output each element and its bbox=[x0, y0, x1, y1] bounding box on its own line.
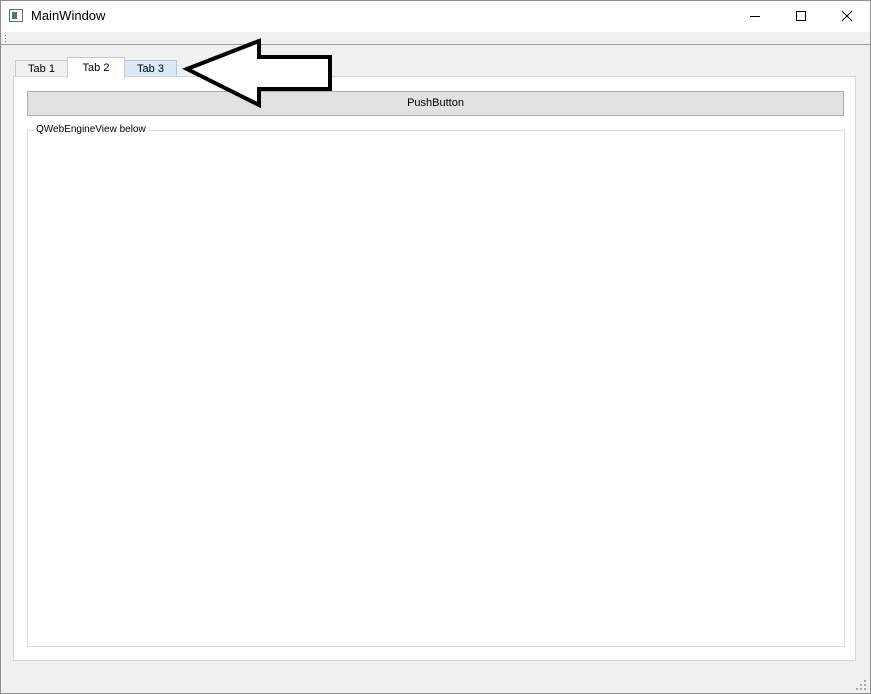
app-window-icon[interactable] bbox=[9, 9, 23, 22]
group-box-title: QWebEngineView below bbox=[34, 124, 148, 136]
tab-1[interactable]: Tab 1 bbox=[15, 60, 68, 77]
minimize-icon bbox=[750, 16, 760, 17]
web-engine-group-box: QWebEngineView below bbox=[27, 124, 845, 647]
minimize-button[interactable] bbox=[732, 1, 778, 32]
main-window: MainWindow Tab 1 Tab 2 Tab 3 PushButton … bbox=[0, 0, 871, 694]
close-icon bbox=[841, 10, 853, 22]
tab-3[interactable]: Tab 3 bbox=[124, 60, 177, 77]
size-grip-icon[interactable] bbox=[856, 680, 866, 690]
maximize-button[interactable] bbox=[778, 1, 824, 32]
tab-panel: PushButton QWebEngineView below bbox=[13, 76, 856, 661]
push-button[interactable]: PushButton bbox=[27, 91, 844, 116]
title-bar[interactable]: MainWindow bbox=[1, 1, 870, 32]
web-engine-view[interactable] bbox=[29, 139, 843, 645]
window-title: MainWindow bbox=[31, 8, 106, 23]
left-arrow-annotation-icon bbox=[182, 38, 332, 109]
close-button[interactable] bbox=[824, 1, 870, 32]
tab-2[interactable]: Tab 2 bbox=[67, 57, 125, 78]
maximize-icon bbox=[796, 11, 806, 21]
toolbar bbox=[1, 32, 870, 45]
toolbar-grip[interactable] bbox=[5, 35, 7, 42]
